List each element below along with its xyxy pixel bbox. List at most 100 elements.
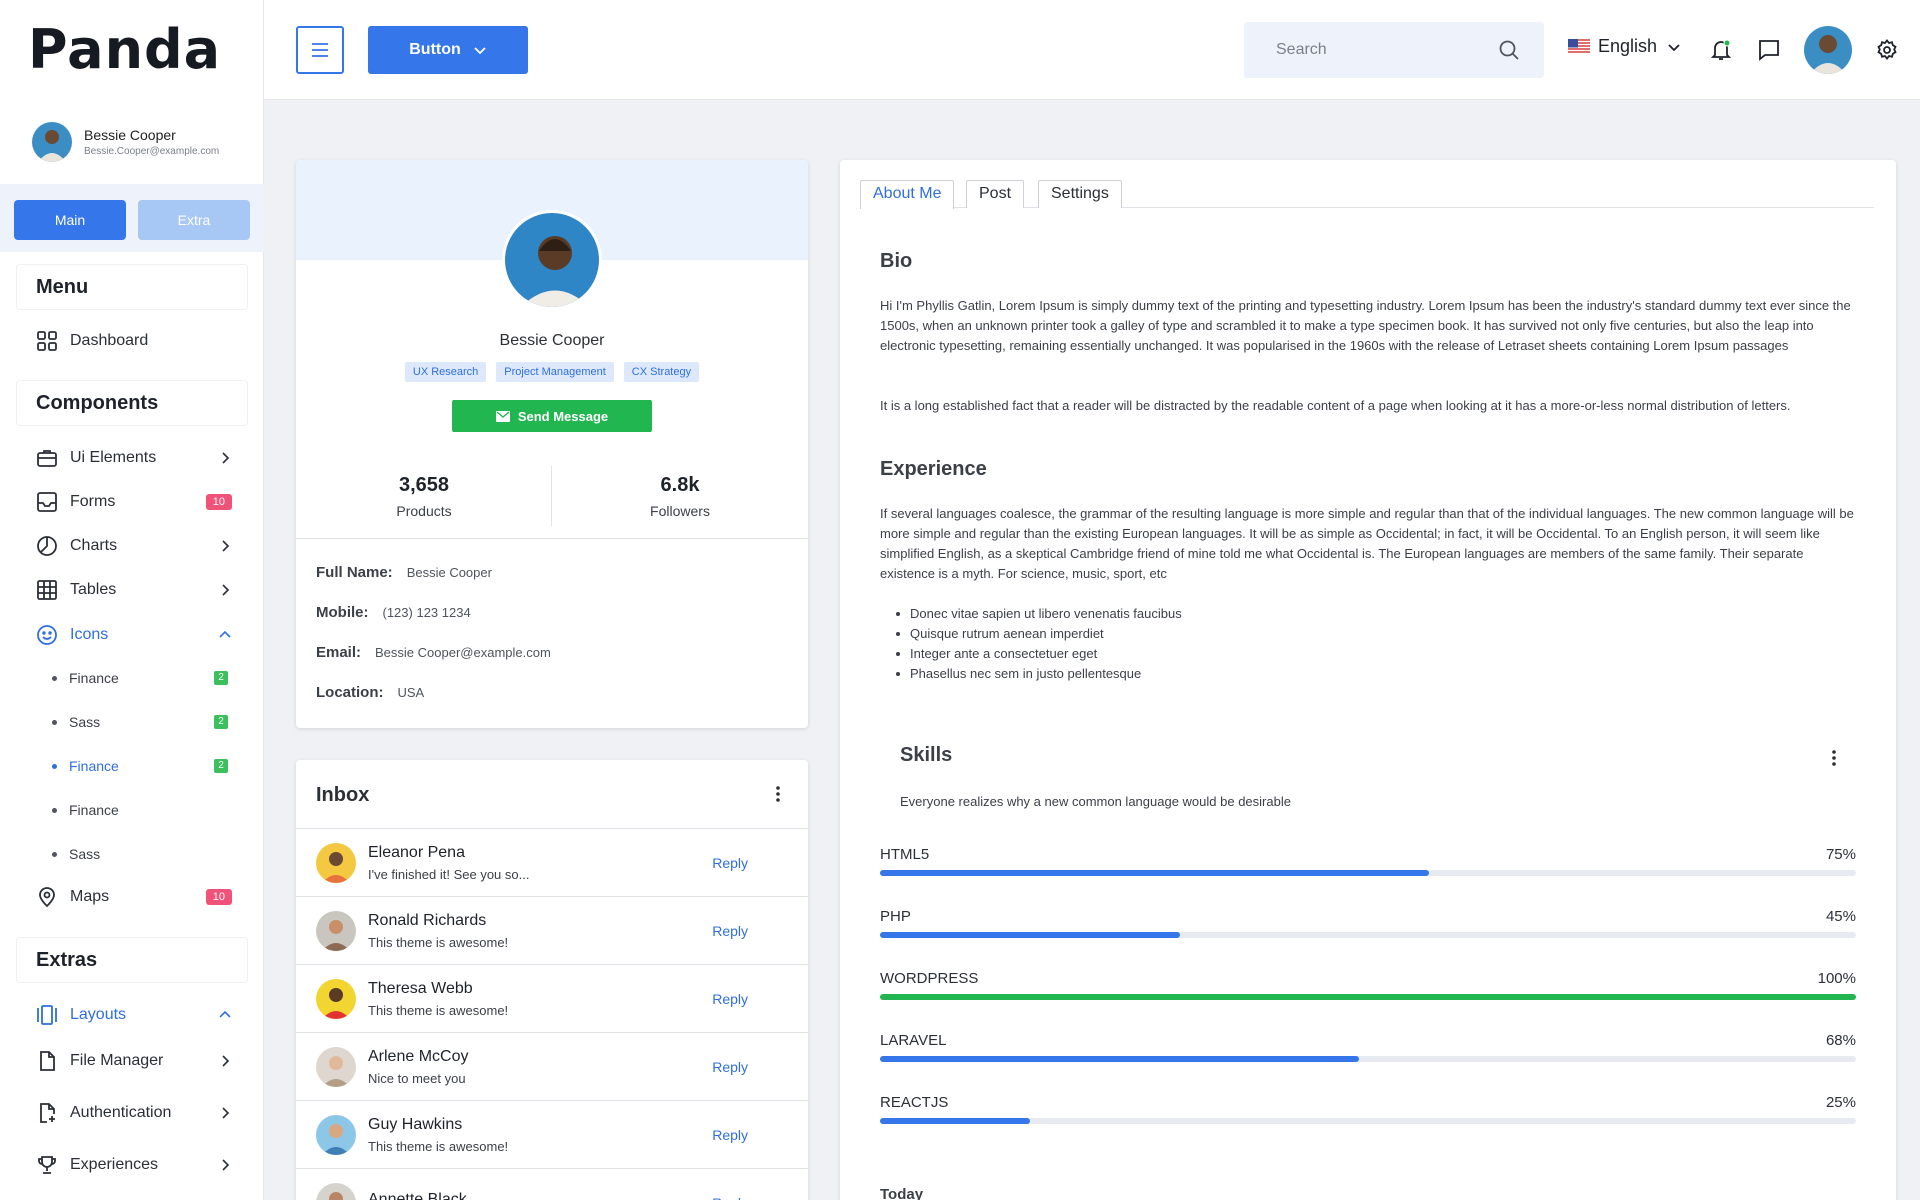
notification-bell-icon[interactable]	[1708, 37, 1734, 63]
bullet-dot	[52, 675, 57, 681]
chevron-right-icon	[222, 540, 230, 552]
forms-badge: 10	[205, 494, 232, 510]
sub-item-finance[interactable]: Finance 2	[52, 670, 228, 686]
settings-gear-icon[interactable]	[1876, 39, 1898, 61]
message-row[interactable]: Ronald Richards This theme is awesome! Re…	[296, 896, 808, 964]
list-item: Donec vitae sapien ut libero venenatis f…	[896, 604, 1182, 624]
stat-products: 3,658 Products	[296, 474, 552, 519]
table-grid-icon	[36, 579, 58, 601]
message-row[interactable]: Arlene McCoy Nice to meet you Reply	[296, 1032, 808, 1100]
reply-link[interactable]: Reply	[712, 1195, 748, 1200]
nav-item-experiences[interactable]: Experiences	[36, 1154, 232, 1176]
user-avatar[interactable]	[1804, 26, 1852, 74]
sub-item-finance-active[interactable]: Finance 2	[52, 758, 228, 774]
sender-name: Annette Black	[368, 1191, 467, 1200]
skill-name: LARAVEL	[880, 1032, 947, 1049]
skills-title: Skills	[900, 744, 953, 766]
smile-icon	[36, 624, 58, 646]
sidebar-user[interactable]: Bessie Cooper Bessie.Cooper@example.com	[32, 122, 219, 162]
chevron-right-icon	[222, 584, 230, 596]
experience-list: Donec vitae sapien ut libero venenatis f…	[896, 604, 1182, 684]
nav-item-dashboard[interactable]: Dashboard	[36, 330, 232, 352]
language-selector[interactable]: English	[1568, 36, 1681, 57]
message-row[interactable]: Annette Black Reply	[296, 1168, 808, 1200]
reply-link[interactable]: Reply	[712, 923, 748, 939]
sub-item-finance[interactable]: Finance	[52, 802, 228, 818]
chevron-right-icon	[222, 1055, 230, 1067]
search-icon[interactable]	[1498, 39, 1520, 61]
reply-link[interactable]: Reply	[712, 991, 748, 1007]
tab-main[interactable]: Main	[14, 200, 126, 240]
bullet-dot	[52, 719, 57, 725]
reply-link[interactable]: Reply	[712, 855, 748, 871]
nav-label: Maps	[70, 888, 110, 905]
progress-track	[880, 1056, 1856, 1062]
skill-name: WORDPRESS	[880, 970, 979, 987]
progress-track	[880, 932, 1856, 938]
search-box	[1244, 22, 1544, 78]
skill-tag[interactable]: UX Research	[404, 362, 487, 382]
sub-item-sass[interactable]: Sass 2	[52, 714, 228, 730]
skill-tag[interactable]: Project Management	[496, 362, 614, 382]
language-label: English	[1598, 36, 1658, 56]
tab-about-me[interactable]: About Me	[860, 180, 955, 209]
brand-logo[interactable]: Panda	[28, 18, 221, 81]
more-vertical-icon[interactable]	[1824, 748, 1844, 768]
nav-item-authentication[interactable]: Authentication	[36, 1102, 232, 1124]
skill-name: PHP	[880, 908, 911, 925]
message-preview: This theme is awesome!	[368, 1138, 509, 1154]
sender-name: Theresa Webb	[368, 979, 473, 997]
chevron-down-icon	[474, 47, 486, 55]
nav-item-maps[interactable]: Maps 10	[36, 886, 232, 908]
nav-item-forms[interactable]: Forms 10	[36, 491, 232, 513]
nav-item-file-manager[interactable]: File Manager	[36, 1050, 232, 1072]
menu-toggle-button[interactable]	[296, 26, 344, 74]
info-value: Bessie Cooper@example.com	[375, 645, 551, 660]
sidebar-user-email: Bessie.Cooper@example.com	[84, 146, 220, 157]
nav-item-charts[interactable]: Charts	[36, 535, 232, 557]
reply-link[interactable]: Reply	[712, 1127, 748, 1143]
sub-label: Finance	[69, 670, 119, 686]
nav-label: Authentication	[70, 1104, 172, 1121]
reply-link[interactable]: Reply	[712, 1059, 748, 1075]
avatar	[316, 978, 356, 1019]
message-row[interactable]: Eleanor Pena I've finished it! See you so…	[296, 828, 808, 896]
tab-post[interactable]: Post	[966, 180, 1025, 208]
sub-label: Finance	[69, 802, 119, 818]
dropdown-button[interactable]: Button	[368, 26, 528, 74]
nav-item-tables[interactable]: Tables	[36, 579, 232, 601]
chat-bubble-icon[interactable]	[1756, 37, 1782, 63]
profile-tags: UX Research Project Management CX Strate…	[296, 362, 808, 382]
info-value: USA	[397, 685, 425, 700]
skill-tag[interactable]: CX Strategy	[623, 362, 700, 382]
skill-name: HTML5	[880, 846, 930, 863]
dropdown-button-label: Button	[409, 41, 461, 58]
nav-item-icons[interactable]: Icons	[36, 624, 232, 646]
message-row[interactable]: Guy Hawkins This theme is awesome! Reply	[296, 1100, 808, 1168]
message-row[interactable]: Theresa Webb This theme is awesome! Reply	[296, 964, 808, 1032]
file-icon	[36, 1050, 58, 1072]
chevron-right-icon	[222, 1159, 230, 1171]
briefcase-icon	[36, 447, 58, 469]
section-components: Components	[16, 380, 248, 426]
divider	[296, 538, 808, 539]
avatar	[32, 122, 72, 162]
nav-item-ui-elements[interactable]: Ui Elements	[36, 447, 232, 469]
send-message-button[interactable]: Send Message	[452, 400, 652, 432]
experience-paragraph: If several languages coalesce, the gramm…	[880, 506, 1854, 581]
tab-extra[interactable]: Extra	[138, 200, 250, 240]
progress-fill	[880, 1118, 1031, 1124]
chevron-right-icon	[222, 452, 230, 464]
tab-settings[interactable]: Settings	[1038, 180, 1122, 208]
sub-item-sass[interactable]: Sass	[52, 846, 228, 862]
profile-tabs: About Me Post Settings	[860, 180, 1874, 209]
dashboard-icon	[36, 330, 58, 352]
hamburger-icon	[312, 43, 328, 57]
search-input[interactable]	[1276, 41, 1498, 59]
more-vertical-icon[interactable]	[768, 784, 788, 804]
bullet-dot	[52, 851, 57, 857]
skill-percent: 100%	[1817, 970, 1856, 987]
info-email: Email: Bessie Cooper@example.com	[316, 644, 551, 661]
nav-item-layouts[interactable]: Layouts	[36, 1004, 232, 1026]
inbox-card: Inbox Eleanor Pena I've finished it! See …	[296, 760, 808, 1200]
